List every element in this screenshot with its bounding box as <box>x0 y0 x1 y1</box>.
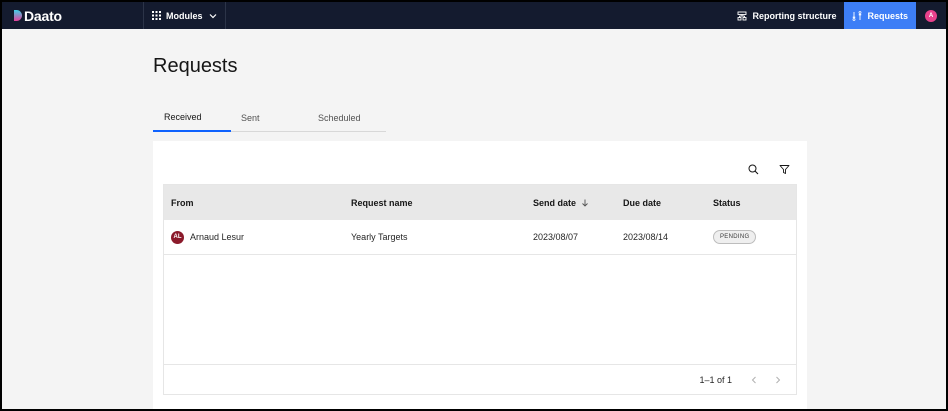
logo-text: Daato <box>24 7 62 24</box>
nav-reporting-structure-label: Reporting structure <box>752 10 837 21</box>
cell-from: AL Arnaud Lesur <box>164 230 346 244</box>
app-window: Daato Modules Reporting structure Reques… <box>2 2 946 409</box>
header-send-date[interactable]: Send date <box>528 198 618 208</box>
hierarchy-icon <box>738 11 747 20</box>
header-request-name: Request name <box>351 197 413 208</box>
search-button[interactable] <box>745 161 761 177</box>
tab-sent[interactable]: Sent <box>231 104 308 131</box>
modules-menu-button[interactable]: Modules <box>144 2 226 29</box>
cell-due-date: 2023/08/14 <box>623 232 669 242</box>
avatar: AL <box>171 230 184 244</box>
requests-table: From Request name Send date Due date Sta… <box>163 184 797 395</box>
arrow-down-icon <box>582 199 588 207</box>
user-menu[interactable]: A <box>916 2 946 29</box>
header-due-date: Due date <box>623 197 662 208</box>
cell-request-name: Yearly Targets <box>351 232 408 242</box>
chevron-left-icon <box>751 376 756 383</box>
header-send-date-label: Send date <box>533 197 577 208</box>
status-badge: PENDING <box>713 230 757 244</box>
requests-icon <box>852 10 863 21</box>
filter-button[interactable] <box>776 161 792 177</box>
pagination: 1–1 of 1 <box>164 364 796 394</box>
next-page-button[interactable] <box>772 374 784 386</box>
from-name: Arnaud Lesur <box>190 232 245 242</box>
filter-icon <box>779 164 789 174</box>
pagination-range: 1–1 of 1 <box>699 374 732 385</box>
request-tabs: Received Sent Scheduled <box>153 104 386 132</box>
top-navigation-bar: Daato Modules Reporting structure Reques… <box>2 2 946 29</box>
requests-card: From Request name Send date Due date Sta… <box>153 141 807 409</box>
cell-send-date: 2023/08/07 <box>533 232 579 242</box>
modules-label: Modules <box>166 10 203 21</box>
daato-logo[interactable]: Daato <box>2 2 144 29</box>
chevron-right-icon <box>776 376 781 383</box>
chevron-down-icon <box>209 13 216 18</box>
page-title: Requests <box>153 55 238 77</box>
header-status: Status <box>713 197 741 208</box>
search-icon <box>748 164 758 174</box>
grid-icon <box>152 11 161 20</box>
tab-received[interactable]: Received <box>153 104 231 132</box>
daato-logo-mark-icon <box>14 10 22 21</box>
nav-requests-label: Requests <box>867 10 908 21</box>
previous-page-button[interactable] <box>748 374 760 386</box>
nav-requests[interactable]: Requests <box>844 2 916 29</box>
header-from: From <box>171 197 194 208</box>
user-avatar: A <box>925 9 937 22</box>
tab-scheduled[interactable]: Scheduled <box>308 104 361 131</box>
nav-reporting-structure[interactable]: Reporting structure <box>729 2 844 29</box>
table-header: From Request name Send date Due date Sta… <box>164 185 796 220</box>
cell-status: PENDING <box>708 230 796 244</box>
table-row[interactable]: AL Arnaud Lesur Yearly Targets 2023/08/0… <box>164 220 796 255</box>
